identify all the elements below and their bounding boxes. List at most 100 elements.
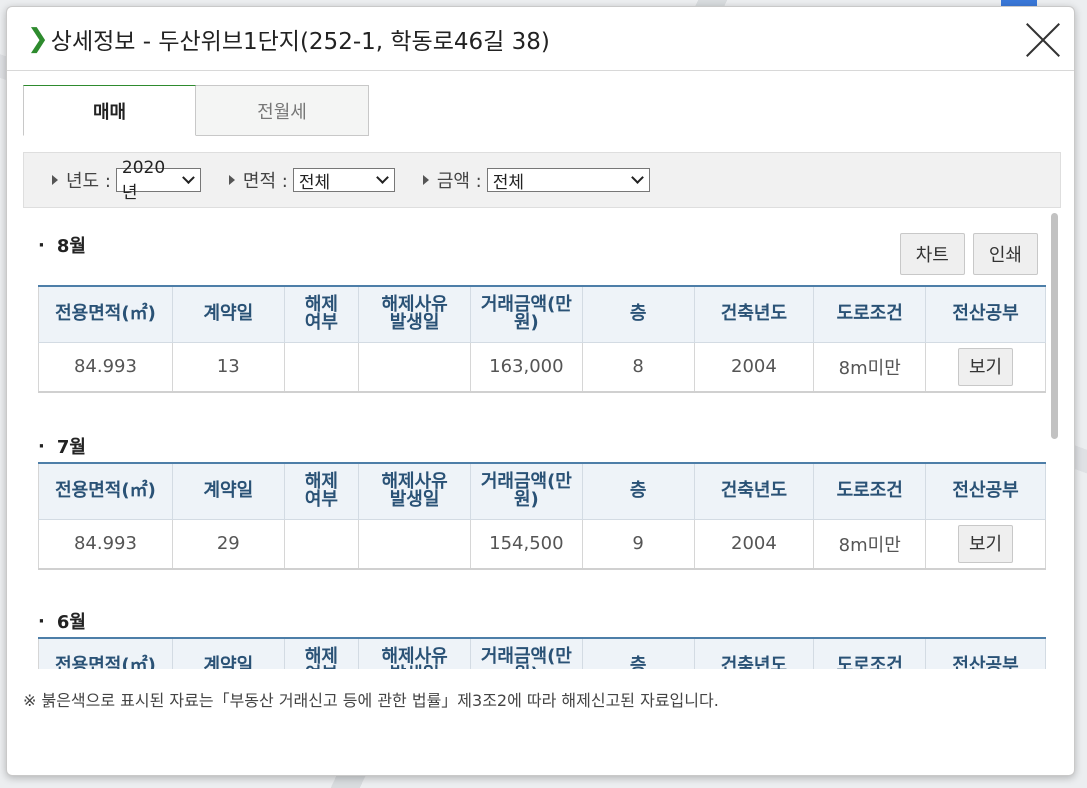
header-price: 거래금액(만원) [470,462,583,520]
header-road: 도로조건 [813,285,927,343]
header-built-year: 건축년도 [694,637,815,669]
month-title: · 8월 [38,233,1046,258]
deal-table: 전용면적(㎡)계약일해제여부해제사유발생일거래금액(만원)층건축년도도로조건전산… [38,462,1046,570]
header-road: 도로조건 [813,637,927,669]
filter-year: 년도 : 2020년 [52,158,201,203]
table-header-row: 전용면적(㎡)계약일해제여부해제사유발생일거래금액(만원)층건축년도도로조건전산… [38,285,1046,343]
month-title: · 7월 [38,434,1046,459]
area-select[interactable]: 전체 [292,168,395,193]
triangle-right-icon [228,175,235,185]
results-scroll-area[interactable]: · 8월 차트 인쇄 전용면적(㎡) 계약일 해제 여부 해제사유 발생일 거래금액(만 원) 층… [23,209,1061,669]
chevron-right-icon: ❯ [27,23,49,54]
cell-doc: 보기 [925,342,1046,393]
month-label: 7월 [56,437,86,458]
chevron-down-icon [182,171,195,184]
tab-sale[interactable]: 매매 [23,85,196,136]
area-select-value: 전체 [298,172,331,193]
header-contract-day: 계약일 [172,637,285,669]
price-select[interactable]: 전체 [486,168,650,193]
header-cancel-date: 해제사유발생일 [358,637,471,669]
detail-dialog: ❯ 상세정보 - 두산위브1단지(252-1, 학동로46길 38) 매매 전월… [6,6,1075,776]
footnote: ※ 붉은색으로 표시된 자료는「부동산 거래신고 등에 관한 법률」제3조2에 … [23,691,719,710]
tab-bar: 매매 전월세 [23,85,369,136]
cell-cancel-date [358,342,471,393]
view-button[interactable]: 보기 [957,524,1014,563]
filter-price: 금액 : 전체 [422,167,650,193]
header-contract-day: 계약일 [172,462,285,520]
header-floor: 층 [582,285,695,343]
header-area: 전용면적(㎡) [38,285,173,343]
scrollbar-thumb[interactable] [1051,213,1058,439]
cell-area: 84.993 [38,342,173,393]
cell-floor: 9 [582,519,695,570]
filter-price-label: 금액 : [436,171,482,192]
header-cancelled: 해제여부 [284,637,360,669]
cell-road: 8m미만 [813,519,927,570]
cell-cancel-date [358,519,471,570]
chevron-down-icon [375,171,389,184]
cell-price: 163,000 [470,342,583,393]
table-row: 84.993 29 154,500 9 2004 8m미만 보기 [38,519,1046,570]
header-area: 전용면적(㎡) [38,637,173,669]
dialog-header: ❯ 상세정보 - 두산위브1단지(252-1, 학동로46길 38) [7,7,1074,71]
cell-built-year: 2004 [694,342,815,393]
header-cancel-date: 해제사유발생일 [358,285,471,343]
table-row: 84.993 13 163,000 8 2004 8m미만 보기 [38,342,1046,393]
action-buttons: 차트 인쇄 [899,233,1038,275]
header-road: 도로조건 [813,462,927,520]
filter-area-label: 면적 : [242,171,288,192]
scrollbar[interactable] [1047,209,1061,669]
header-cancelled: 해제여부 [284,462,360,520]
deal-table: 전용면적(㎡)계약일해제여부해제사유발생일거래금액(만원)층건축년도도로조건전산… [38,637,1046,669]
month-block-jul: · 7월 전용면적(㎡) 계약일 해제 여부 해제사유 발생일 거래금액(만 원) 층 건축년도 도로… [38,434,1046,570]
month-label: 6월 [56,612,86,633]
header-price: 거래금액(만원) [470,637,583,669]
cell-contract-day: 29 [172,519,285,570]
filter-year-label: 년도 : [66,171,111,192]
header-doc: 전산공부 [925,285,1046,343]
price-select-value: 전체 [492,172,524,193]
month-title: · 6월 [38,609,1046,634]
header-contract-day: 계약일 [172,285,285,343]
triangle-right-icon [422,175,429,185]
cell-built-year: 2004 [694,519,815,570]
table-header-row: 전용면적(㎡)계약일해제여부해제사유발생일거래금액(만원)층건축년도도로조건전산… [38,637,1046,669]
deal-table: 전용면적(㎡)계약일해제여부해제사유발생일거래금액(만원)층건축년도도로조건전산… [38,285,1046,393]
cell-price: 154,500 [470,519,583,570]
header-doc: 전산공부 [925,462,1046,520]
bullet-icon: · [38,234,45,256]
header-built-year: 건축년도 [694,462,815,520]
print-button[interactable]: 인쇄 [972,233,1038,275]
month-label: 8월 [56,236,86,257]
cell-contract-day: 13 [172,342,285,393]
chart-button[interactable]: 차트 [899,233,965,275]
table-header-row: 전용면적(㎡)계약일해제여부해제사유발생일거래금액(만원)층건축년도도로조건전산… [38,462,1046,520]
filter-area: 면적 : 전체 [228,167,395,193]
tab-rent[interactable]: 전월세 [196,85,369,136]
header-area: 전용면적(㎡) [38,462,173,520]
dialog-title: 상세정보 - 두산위브1단지(252-1, 학동로46길 38) [50,28,550,55]
cell-area: 84.993 [38,519,173,570]
cell-doc: 보기 [925,519,1046,570]
year-select[interactable]: 2020년 [115,158,201,203]
filter-bar: 년도 : 2020년 면적 : 전체 금액 : 전체 [23,152,1061,208]
month-block-jun: · 6월 전용면적(㎡)계약일해제여부해제사유발생일거래금액(만원)층건축년도도로… [38,609,1046,669]
header-cancel-date: 해제사유발생일 [358,462,471,520]
header-doc: 전산공부 [925,637,1046,669]
header-floor: 층 [582,637,695,669]
triangle-right-icon [52,175,58,185]
cell-cancelled [284,519,360,570]
year-select-value: 2020년 [121,157,166,203]
bullet-icon: · [38,435,45,457]
bullet-icon: · [38,610,45,632]
header-price: 거래금액(만원) [470,285,583,343]
chevron-down-icon [630,171,644,184]
header-floor: 층 [582,462,695,520]
header-built-year: 건축년도 [694,285,815,343]
cell-road: 8m미만 [813,342,927,393]
month-block-aug: · 8월 차트 인쇄 전용면적(㎡) 계약일 해제 여부 해제사유 발생일 거래금액(만 원) 층… [38,233,1046,393]
cell-cancelled [284,342,360,393]
close-icon[interactable] [1024,21,1062,59]
view-button[interactable]: 보기 [957,347,1014,386]
header-cancelled: 해제여부 [284,285,360,343]
